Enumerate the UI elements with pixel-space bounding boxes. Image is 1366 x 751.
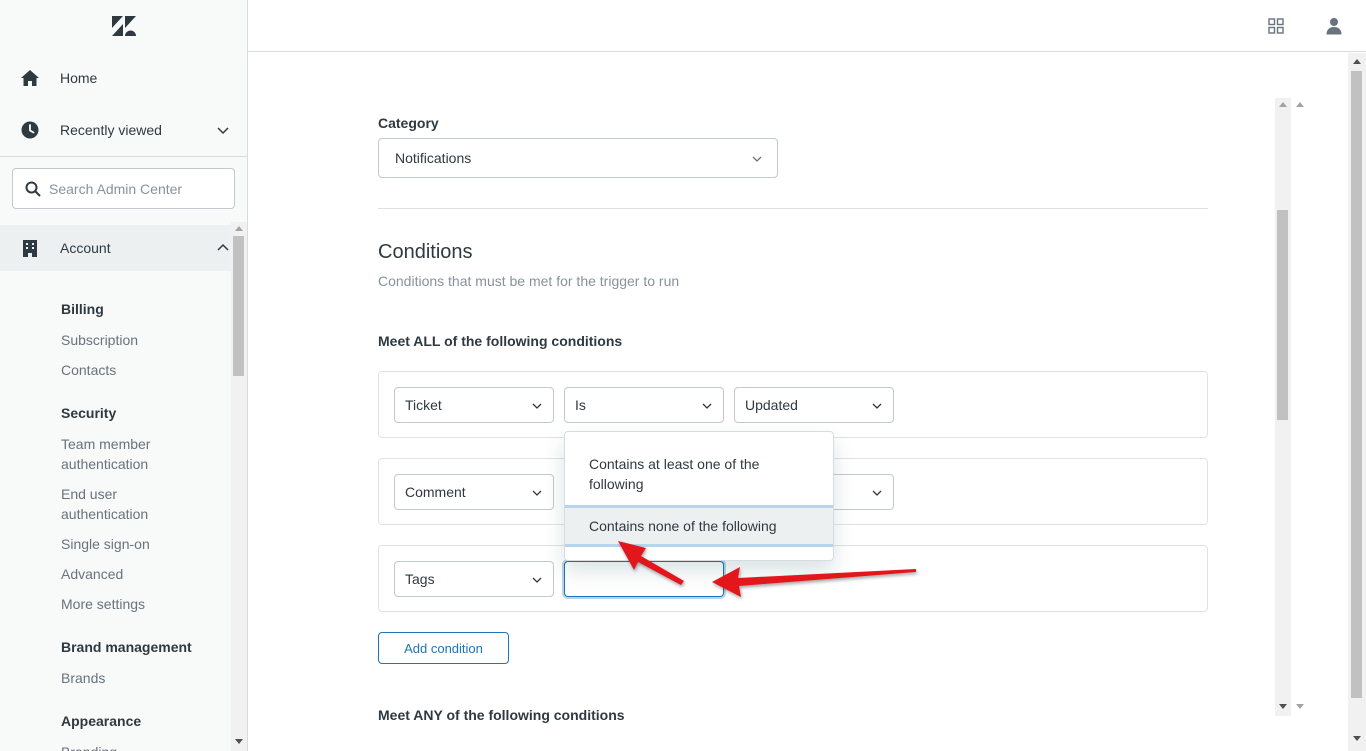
nav-home[interactable]: Home [0,56,247,100]
nav-home-label: Home [60,70,98,86]
condition-field-value: Tags [405,571,435,587]
category-select[interactable]: Notifications [378,138,778,178]
search-icon [25,181,41,197]
condition-value-value: Updated [745,397,798,413]
dropdown-option-contains-at-least-one[interactable]: Contains at least one of the following [565,454,833,494]
category-select-value: Notifications [395,150,472,166]
operator-dropdown-menu: Contains at least one of the following C… [564,431,834,561]
sidebar: Home Recently viewed Account Billing Sub… [0,0,248,751]
subnav-item-advanced[interactable]: Advanced [61,564,221,584]
condition-field-select[interactable]: Ticket [394,387,554,423]
section-heading-billing: Billing [61,301,104,317]
chevron-down-icon [752,156,762,162]
subnav-item-end-user-auth[interactable]: End user authentication [61,484,171,524]
conditions-title: Conditions [378,241,473,263]
scroll-up-arrow-icon[interactable] [1279,102,1287,107]
chevron-down-icon [702,403,712,409]
condition-operator-combobox[interactable] [564,561,724,597]
subnav-item-more-settings[interactable]: More settings [61,594,221,614]
subnav-item-contacts[interactable]: Contacts [61,360,221,380]
content-scroll-thumb[interactable] [1277,210,1288,420]
section-heading-brand-management: Brand management [61,639,192,655]
condition-operator-value: Is [575,397,586,413]
chevron-down-icon [532,403,542,409]
subnav-item-subscription[interactable]: Subscription [61,330,221,350]
sidebar-scrollbar[interactable] [231,222,247,751]
search-field[interactable] [12,168,235,209]
nav-account-label: Account [60,240,111,256]
meet-any-label: Meet ANY of the following conditions [378,707,625,723]
scroll-up-arrow-icon[interactable] [235,226,243,231]
scroll-down-arrow-icon[interactable] [235,739,243,744]
search-input[interactable] [49,178,229,200]
products-grid-icon[interactable] [1266,16,1286,36]
section-divider [378,208,1208,209]
sidebar-divider [0,156,247,157]
condition-field-value: Comment [405,484,466,500]
subnav-item-brands[interactable]: Brands [61,668,221,688]
page-scroll-thumb[interactable] [1351,71,1362,698]
building-icon [20,238,40,258]
conditions-hint: Conditions that must be met for the trig… [378,273,680,289]
add-condition-button[interactable]: Add condition [378,632,509,664]
chevron-down-icon[interactable] [216,123,230,137]
zendesk-logo[interactable] [110,14,138,38]
condition-operator-select[interactable]: Is [564,387,724,423]
chevron-down-icon [532,577,542,583]
nav-account[interactable]: Account [0,225,247,271]
scroll-down-arrow-icon[interactable] [1296,704,1304,709]
content-scroll-track[interactable] [1275,98,1291,716]
condition-field-value: Ticket [405,397,442,413]
chevron-down-icon [532,490,542,496]
home-icon [20,68,40,88]
scroll-down-arrow-icon[interactable] [1353,736,1361,741]
top-bar [248,0,1366,52]
content-scrollbar[interactable] [1275,98,1309,716]
chevron-down-icon [872,403,882,409]
scroll-up-arrow-icon[interactable] [1353,59,1361,64]
section-heading-security: Security [61,405,117,421]
page-scrollbar[interactable] [1348,53,1366,751]
user-profile-icon[interactable] [1324,16,1344,36]
condition-row: Ticket Is Updated [378,371,1208,438]
nav-recently-viewed[interactable]: Recently viewed [0,108,247,152]
main-content: Category Notifications Conditions Condit… [248,53,1366,751]
category-label: Category [378,115,439,131]
sidebar-scroll-thumb[interactable] [233,236,244,376]
subnav-item-team-member-auth[interactable]: Team member authentication [61,434,171,474]
subnav-item-sso[interactable]: Single sign-on [61,534,221,554]
condition-field-select[interactable]: Tags [394,561,554,597]
scroll-up-arrow-icon[interactable] [1296,102,1304,107]
condition-value-select[interactable]: Updated [734,387,894,423]
meet-all-label: Meet ALL of the following conditions [378,333,623,349]
scroll-down-arrow-icon[interactable] [1279,704,1287,709]
chevron-up-icon[interactable] [216,241,230,255]
nav-recent-label: Recently viewed [60,122,162,138]
dropdown-option-contains-none[interactable]: Contains none of the following [565,505,833,547]
condition-field-select[interactable]: Comment [394,474,554,510]
clock-icon [20,120,40,140]
chevron-down-icon [872,490,882,496]
subnav-item-branding[interactable]: Branding [61,742,221,751]
section-heading-appearance: Appearance [61,713,142,729]
